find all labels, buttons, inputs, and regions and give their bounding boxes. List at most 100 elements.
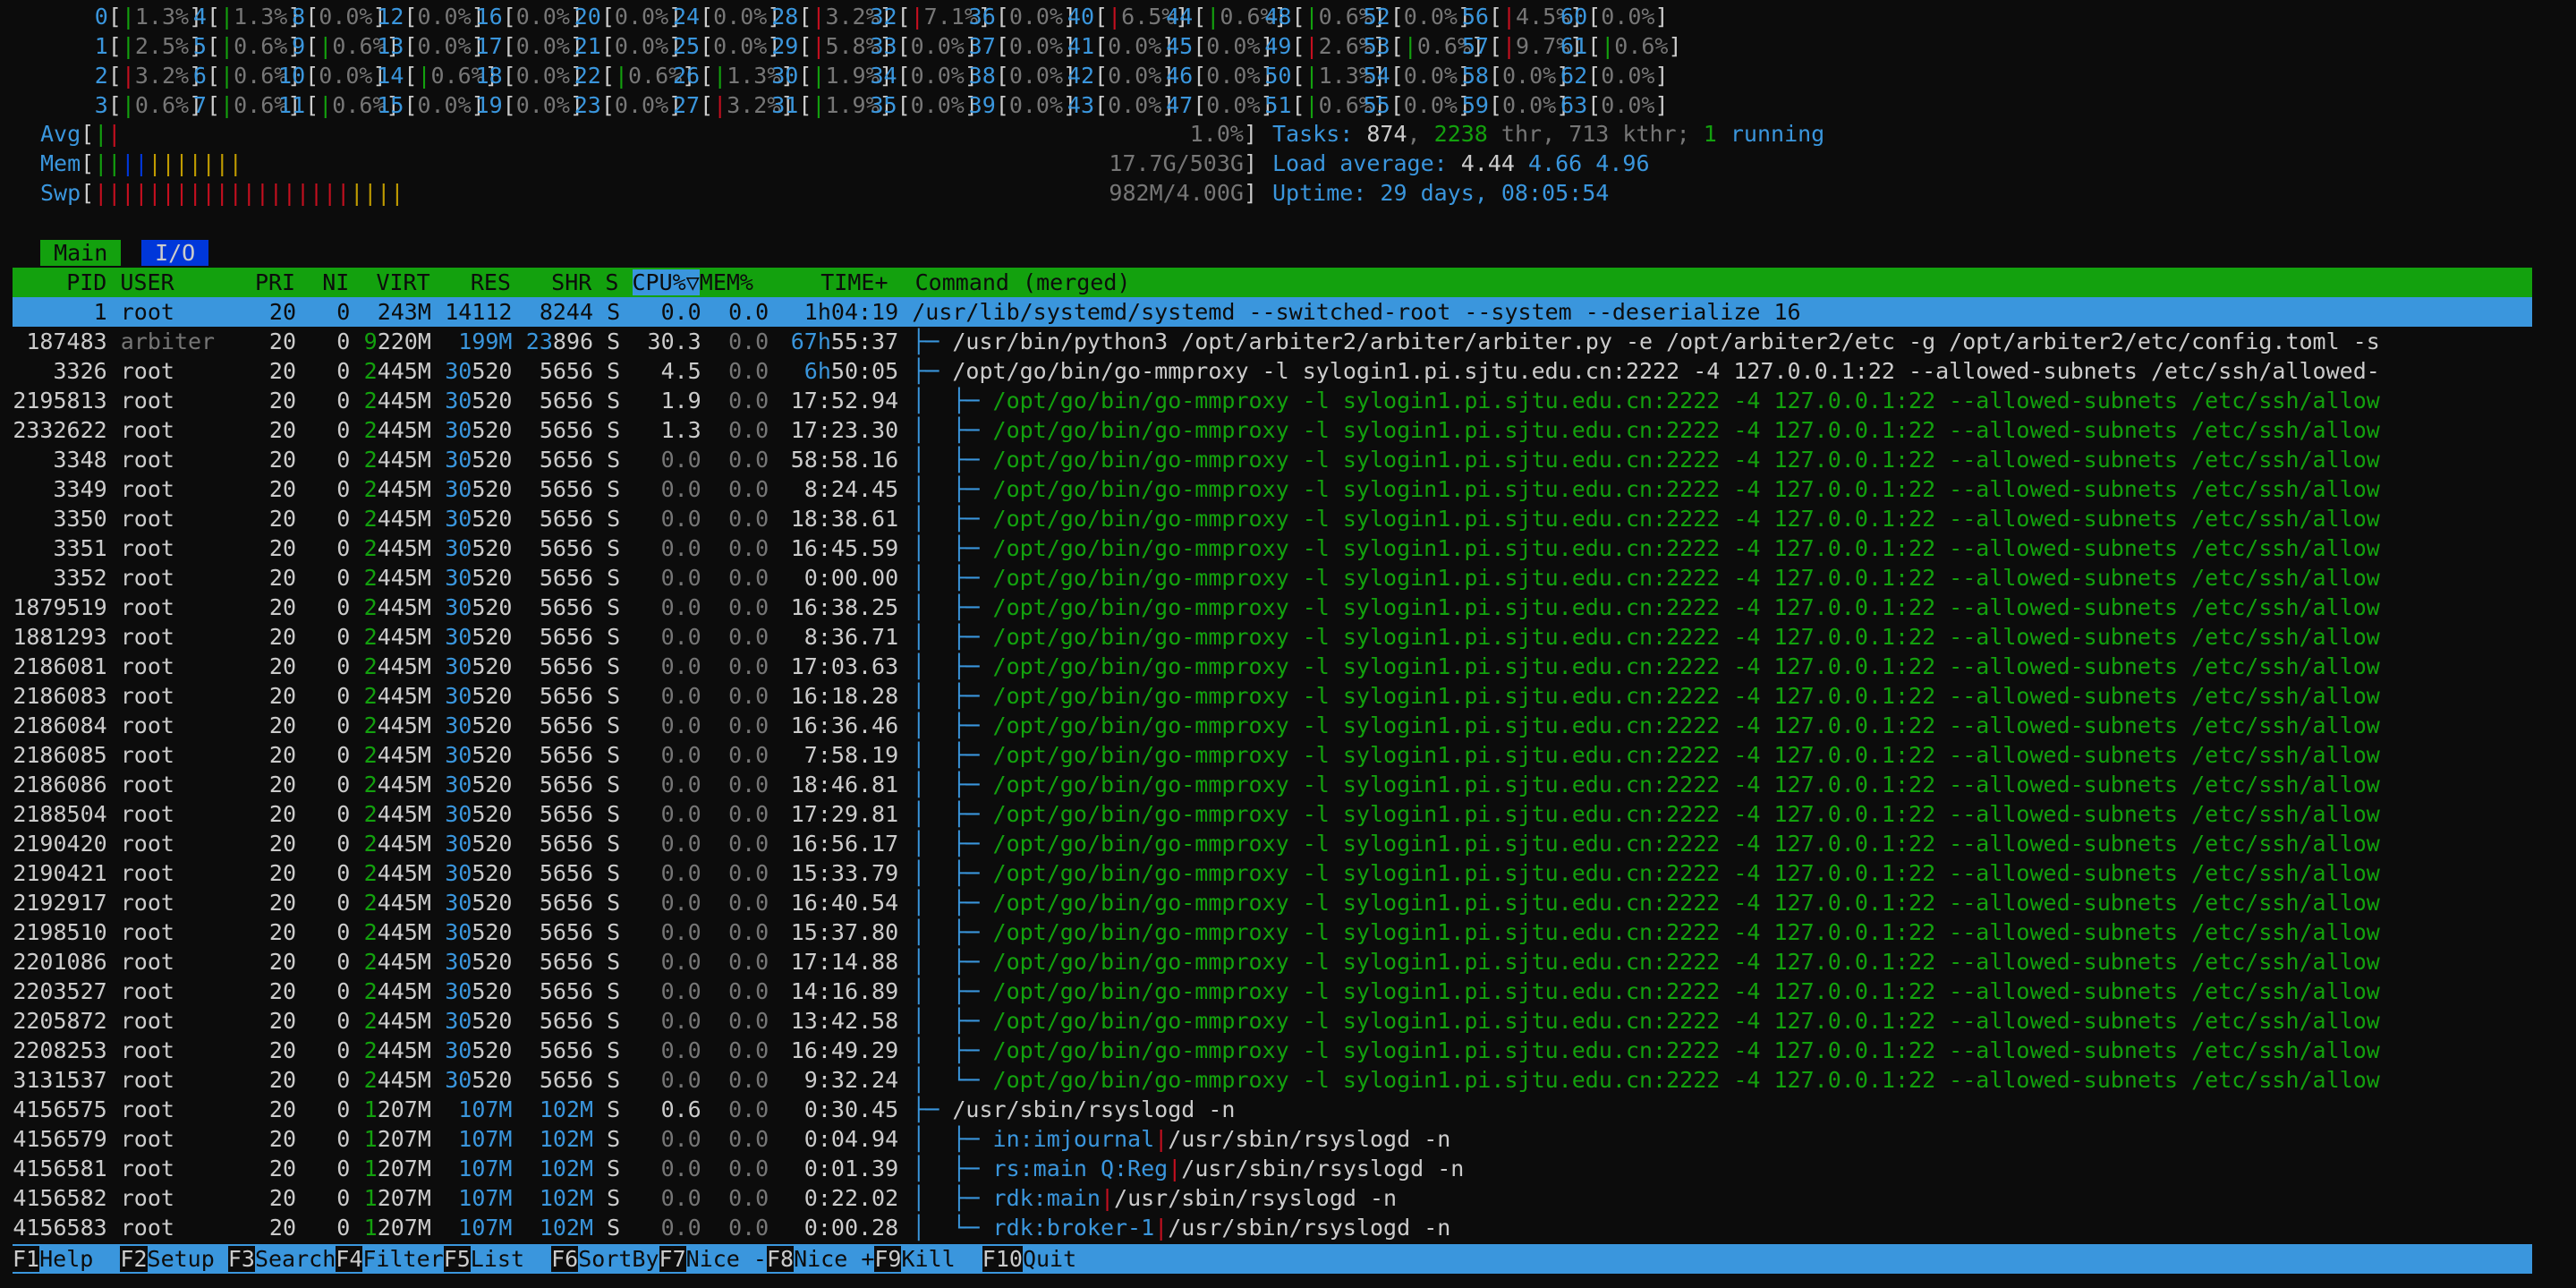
col-ni[interactable]: NI <box>309 269 349 295</box>
table-row[interactable]: 2186085 root 20 0 2445M 30520 5656 S 0.0… <box>13 740 2532 770</box>
table-row[interactable]: 2186084 root 20 0 2445M 30520 5656 S 0.0… <box>13 711 2532 740</box>
mem-percent: 0.0 <box>728 831 769 857</box>
user: root <box>120 978 174 1004</box>
pid: 2186081 <box>13 653 107 679</box>
virt: 2445M <box>363 594 431 620</box>
table-row[interactable]: 2188504 root 20 0 2445M 30520 5656 S 0.0… <box>13 799 2532 829</box>
tab-main[interactable]: Main <box>40 240 122 266</box>
state: S <box>607 358 621 384</box>
tree-branch: │ ├─ <box>912 742 993 768</box>
col-user[interactable]: USER <box>120 269 241 295</box>
pid: 4156583 <box>13 1215 107 1241</box>
table-row[interactable]: 1 root 20 0 243M 14112 8244 S 0.0 0.0 1h0… <box>13 297 2532 327</box>
col-pri[interactable]: PRI <box>255 269 295 295</box>
fkey-f3[interactable]: F3Search <box>227 1246 336 1272</box>
res: 30520 <box>445 1067 513 1093</box>
table-row[interactable]: 4156582 root 20 0 1207M 107M 102M S 0.0 0… <box>13 1183 2532 1213</box>
table-row[interactable]: 2186081 root 20 0 2445M 30520 5656 S 0.0… <box>13 652 2532 681</box>
state: S <box>607 328 621 354</box>
priority: 20 <box>268 624 296 650</box>
table-row[interactable]: 4156579 root 20 0 1207M 107M 102M S 0.0 0… <box>13 1124 2532 1154</box>
shr: 5656 <box>525 358 594 384</box>
col-time[interactable]: TIME+ <box>767 269 888 295</box>
command: /opt/go/bin/go-mmproxy -l sylogin1.pi.sj… <box>992 506 2380 532</box>
col-state[interactable]: S <box>605 269 618 295</box>
table-row[interactable]: 1881293 root 20 0 2445M 30520 5656 S 0.0… <box>13 622 2532 652</box>
table-row[interactable]: 3350 root 20 0 2445M 30520 5656 S 0.0 0.0… <box>13 504 2532 533</box>
table-row[interactable]: 2208253 root 20 0 2445M 30520 5656 S 0.0… <box>13 1036 2532 1065</box>
shr: 5656 <box>525 742 594 768</box>
priority: 20 <box>268 447 296 473</box>
table-row[interactable]: 4156575 root 20 0 1207M 107M 102M S 0.6 0… <box>13 1095 2532 1124</box>
col-cpu[interactable]: CPU%▽ <box>632 269 700 295</box>
cpu-meter-62: 62[0.0%] <box>1560 63 1669 89</box>
time: 16:49.29 <box>790 1037 899 1063</box>
virt: 2445M <box>363 1067 431 1093</box>
table-row[interactable]: 3348 root 20 0 2445M 30520 5656 S 0.0 0.0… <box>13 445 2532 474</box>
table-row[interactable]: 3351 root 20 0 2445M 30520 5656 S 0.0 0.0… <box>13 533 2532 563</box>
time: 15:37.80 <box>790 919 899 945</box>
mem-percent: 0.0 <box>728 683 769 709</box>
fkey-f9[interactable]: F9Kill <box>874 1246 982 1272</box>
shr: 5656 <box>525 831 594 857</box>
col-virt[interactable]: VIRT <box>362 269 429 295</box>
cpu-meter-47: 47[0.0%] <box>1166 92 1274 118</box>
cpu-meter-61: 61[|0.6%] <box>1560 33 1682 59</box>
mem-percent: 0.0 <box>728 801 769 827</box>
col-pid[interactable]: PID <box>13 269 106 295</box>
table-row[interactable]: 2203527 root 20 0 2445M 30520 5656 S 0.0… <box>13 977 2532 1006</box>
fkey-f6[interactable]: F6SortBy <box>551 1246 659 1272</box>
pid: 2186085 <box>13 742 107 768</box>
cpu-percent: 0.0 <box>660 476 701 502</box>
fkey-f1[interactable]: F1Help <box>13 1246 120 1272</box>
table-row[interactable]: 187483 arbiter 20 0 9220M 199M 23896 S 3… <box>13 327 2532 356</box>
tab-io[interactable]: I/O <box>141 240 209 266</box>
col-command[interactable]: Command (merged) <box>915 269 1131 295</box>
cpu-meter-17: 17[0.0%] <box>475 33 583 59</box>
virt: 1207M <box>363 1156 431 1181</box>
table-row[interactable]: 4156583 root 20 0 1207M 107M 102M S 0.0 0… <box>13 1213 2532 1242</box>
mem-percent: 0.0 <box>728 1067 769 1093</box>
fkey-f4[interactable]: F4Filter <box>336 1246 444 1272</box>
col-mem[interactable]: MEM% <box>700 269 753 295</box>
state: S <box>607 535 621 561</box>
table-row[interactable]: 2186083 root 20 0 2445M 30520 5656 S 0.0… <box>13 681 2532 711</box>
table-row[interactable]: 3349 root 20 0 2445M 30520 5656 S 0.0 0.0… <box>13 474 2532 504</box>
fkey-f10[interactable]: F10Quit <box>982 1246 1076 1272</box>
nice: 0 <box>336 476 351 502</box>
column-header[interactable]: PID USER PRI NI VIRT RES SHR S CPU%▽MEM%… <box>13 268 2532 297</box>
fkey-f7[interactable]: F7Nice - <box>659 1246 767 1272</box>
virt: 2445M <box>363 831 431 857</box>
cpu-meter-39: 39[0.0%] <box>968 92 1077 118</box>
fkey-f8[interactable]: F8Nice + <box>766 1246 874 1272</box>
priority: 20 <box>268 594 296 620</box>
table-row[interactable]: 2201086 root 20 0 2445M 30520 5656 S 0.0… <box>13 947 2532 977</box>
table-row[interactable]: 2195813 root 20 0 2445M 30520 5656 S 1.9… <box>13 386 2532 415</box>
table-row[interactable]: 2190421 root 20 0 2445M 30520 5656 S 0.0… <box>13 858 2532 888</box>
user: root <box>120 594 174 620</box>
table-row[interactable]: 2190420 root 20 0 2445M 30520 5656 S 0.0… <box>13 829 2532 858</box>
avg-cpu-meter-value: 1.0%] <box>1189 121 1257 147</box>
table-row[interactable]: 4156581 root 20 0 1207M 107M 102M S 0.0 0… <box>13 1154 2532 1183</box>
time: 16:56.17 <box>790 831 899 857</box>
tab-main-wrap[interactable]: Main <box>40 238 122 268</box>
fkey-f2[interactable]: F2Setup <box>120 1246 227 1272</box>
table-row[interactable]: 3131537 root 20 0 2445M 30520 5656 S 0.0… <box>13 1065 2532 1095</box>
table-row[interactable]: 1879519 root 20 0 2445M 30520 5656 S 0.0… <box>13 593 2532 622</box>
priority: 20 <box>268 919 296 945</box>
tab-io-wrap[interactable]: I/O <box>141 238 209 268</box>
table-row[interactable]: 2198510 root 20 0 2445M 30520 5656 S 0.0… <box>13 917 2532 947</box>
table-row[interactable]: 2332622 root 20 0 2445M 30520 5656 S 1.3… <box>13 415 2532 445</box>
table-row[interactable]: 2205872 root 20 0 2445M 30520 5656 S 0.0… <box>13 1006 2532 1036</box>
table-row[interactable]: 3326 root 20 0 2445M 30520 5656 S 4.5 0.0… <box>13 356 2532 386</box>
col-res[interactable]: RES <box>444 269 511 295</box>
command: /opt/go/bin/go-mmproxy -l sylogin1.pi.sj… <box>992 860 2380 886</box>
table-row[interactable]: 2192917 root 20 0 2445M 30520 5656 S 0.0… <box>13 888 2532 917</box>
table-row[interactable]: 3352 root 20 0 2445M 30520 5656 S 0.0 0.0… <box>13 563 2532 593</box>
memory-meter: Mem[||||||||||| <box>40 150 242 176</box>
fkey-f5[interactable]: F5List <box>443 1246 551 1272</box>
pid: 2203527 <box>13 978 107 1004</box>
col-shr[interactable]: SHR <box>524 269 591 295</box>
table-row[interactable]: 2186086 root 20 0 2445M 30520 5656 S 0.0… <box>13 770 2532 799</box>
cpu-meter-34: 34[0.0%] <box>870 63 978 89</box>
